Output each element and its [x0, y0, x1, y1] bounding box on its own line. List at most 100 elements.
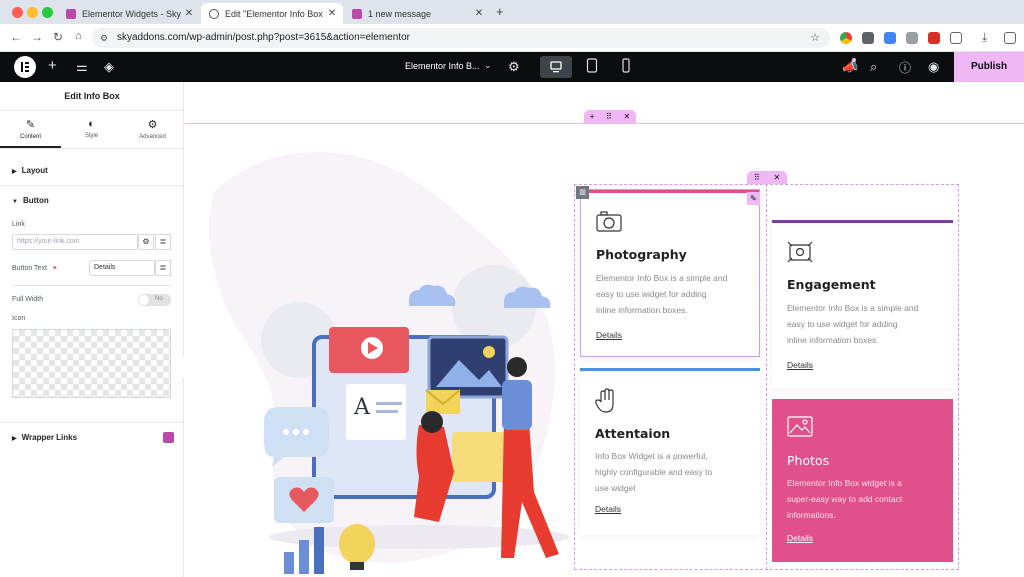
page-title[interactable]: Elementor Info B...	[405, 61, 480, 71]
url-bar[interactable]: ⚙ skyaddons.com/wp-admin/post.php?post=3…	[92, 28, 830, 48]
delete-container-icon[interactable]: ✕	[773, 173, 780, 182]
label-text: Button Text	[12, 265, 47, 272]
desktop-view-button[interactable]	[540, 56, 572, 78]
site-settings-sliders-icon[interactable]: ⚌	[76, 59, 88, 75]
section-wrapper-links[interactable]: ▶ Wrapper Links	[12, 433, 77, 442]
chat-dot	[293, 429, 299, 435]
site-settings-icon[interactable]: ⚙	[100, 28, 108, 48]
bar-shape	[284, 552, 294, 574]
browser-tab-3[interactable]: 1 new message ✕	[344, 3, 490, 24]
details-link[interactable]: Details	[596, 330, 622, 340]
dynamic-tags-icon[interactable]: ≣	[155, 234, 171, 250]
section-handle[interactable]: + ⠿ ✕	[584, 110, 636, 123]
section-button[interactable]: ▼ Button	[12, 196, 49, 205]
desc-line: inline information boxes.	[787, 335, 879, 345]
download-icon[interactable]: ⤓	[982, 30, 987, 45]
extension-icon[interactable]	[906, 32, 918, 44]
drag-handle-icon[interactable]: ⠿	[754, 173, 760, 182]
info-box-engagement[interactable]: Engagement Elementor Info Box is a simpl…	[772, 220, 953, 388]
image-icon	[787, 416, 813, 437]
tab-style[interactable]: ◐ Style	[61, 116, 122, 148]
image-card	[427, 335, 509, 399]
text-line	[376, 402, 402, 405]
edit-widget-pencil-icon[interactable]: ✎	[747, 192, 760, 205]
publish-button[interactable]: Publish	[954, 52, 1024, 82]
woman-head	[421, 411, 443, 433]
add-section-icon[interactable]: +	[590, 112, 595, 121]
editor-panel: Edit Info Box ✎ Content ◐ Style ⚙ Advanc…	[0, 82, 184, 577]
divider	[12, 285, 172, 286]
elementor-logo-icon[interactable]	[14, 56, 36, 78]
button-text-input[interactable]: Details	[89, 260, 155, 276]
link-options-gear-icon[interactable]: ⚙	[138, 234, 154, 250]
divider	[0, 185, 184, 186]
close-tab-icon[interactable]: ✕	[472, 8, 486, 19]
back-icon[interactable]: ←	[10, 30, 22, 44]
home-icon[interactable]: ⌂	[75, 30, 82, 42]
box-description: Elementor Info Box is a simple and easy …	[787, 300, 952, 348]
lightbulb-base	[350, 562, 364, 570]
drag-handle-icon[interactable]: ⠿	[606, 112, 612, 121]
tablet-view-button[interactable]	[586, 58, 598, 79]
new-tab-button[interactable]: +	[496, 4, 504, 19]
mobile-icon	[622, 58, 630, 73]
desc-line: Elementor Info Box is a simple and	[787, 303, 919, 313]
close-tab-icon[interactable]: ✕	[182, 8, 196, 19]
bookmark-star-icon[interactable]: ☆	[810, 28, 820, 48]
profile-icon[interactable]	[1004, 32, 1016, 44]
icon-picker[interactable]	[12, 329, 171, 398]
add-element-icon[interactable]: +	[48, 57, 57, 74]
details-link[interactable]: Details	[787, 533, 813, 543]
chat-dot	[303, 429, 309, 435]
page-settings-gear-icon[interactable]: ⚙	[508, 59, 520, 75]
divider	[0, 110, 184, 111]
info-box-photos[interactable]: Photos Elementor Info Box widget is a su…	[772, 399, 953, 562]
tab-content[interactable]: ✎ Content	[0, 116, 61, 148]
notifications-megaphone-icon[interactable]: 📣	[842, 59, 858, 75]
info-box-attentaion[interactable]: Attentaion Info Box Widget is a powerful…	[580, 368, 760, 535]
mobile-view-button[interactable]	[620, 58, 632, 79]
forward-icon[interactable]: →	[31, 30, 43, 44]
chrome-extension-icon[interactable]	[840, 32, 852, 44]
details-link[interactable]: Details	[787, 360, 813, 370]
reload-icon[interactable]: ↻	[53, 30, 63, 44]
search-icon[interactable]: ⌕	[870, 59, 877, 75]
details-link[interactable]: Details	[595, 504, 621, 514]
button-text-label: Button Text ✦	[12, 264, 58, 272]
minimize-window-button[interactable]	[27, 7, 38, 18]
browser-tab-2[interactable]: Edit "Elementor Info Box Wid... ✕	[201, 3, 343, 24]
container-handle[interactable]: ⠿ ✕	[747, 171, 787, 184]
translate-extension-icon[interactable]	[884, 32, 896, 44]
column-layout-icon[interactable]: ▥	[576, 186, 589, 199]
chevron-down-icon[interactable]: ⌄	[484, 60, 492, 71]
ai-sparkle-icon[interactable]: ✦	[52, 265, 58, 272]
desktop-icon	[550, 61, 562, 73]
red-extension-icon[interactable]	[928, 32, 940, 44]
caret-right-icon: ▶	[12, 436, 17, 442]
box-title: Engagement	[787, 277, 876, 292]
close-window-button[interactable]	[12, 7, 23, 18]
section-layout[interactable]: ▶ Layout	[12, 166, 48, 175]
browser-tab-1[interactable]: Elementor Widgets - Sky Add... ✕	[58, 3, 200, 24]
column-divider	[766, 184, 767, 570]
link-input[interactable]: https://your-link.com	[12, 234, 138, 250]
full-width-toggle[interactable]: No	[138, 294, 171, 306]
sky-addons-badge-icon	[163, 432, 174, 443]
tab-advanced[interactable]: ⚙ Advanced	[122, 116, 183, 148]
help-icon[interactable]: ⓘ	[899, 59, 911, 76]
dynamic-tags-icon[interactable]: ≣	[155, 260, 171, 276]
tab-title: Elementor Widgets - Sky Add...	[82, 8, 182, 19]
icon-label: Icon	[12, 315, 26, 322]
extensions-puzzle-icon[interactable]	[950, 32, 962, 44]
section-label: Wrapper Links	[21, 433, 78, 442]
structure-layers-icon[interactable]: ◈	[104, 59, 114, 75]
tablet-icon	[586, 58, 598, 73]
shield-extension-icon[interactable]	[862, 32, 874, 44]
info-box-photography[interactable]: Photography Elementor Info Box is a simp…	[580, 189, 760, 357]
link-label: Link	[12, 221, 25, 228]
close-tab-icon[interactable]: ✕	[325, 8, 339, 19]
man-torso	[502, 380, 532, 430]
delete-section-icon[interactable]: ✕	[623, 112, 630, 121]
preview-eye-icon[interactable]: ◉	[928, 59, 939, 75]
maximize-window-button[interactable]	[42, 7, 53, 18]
